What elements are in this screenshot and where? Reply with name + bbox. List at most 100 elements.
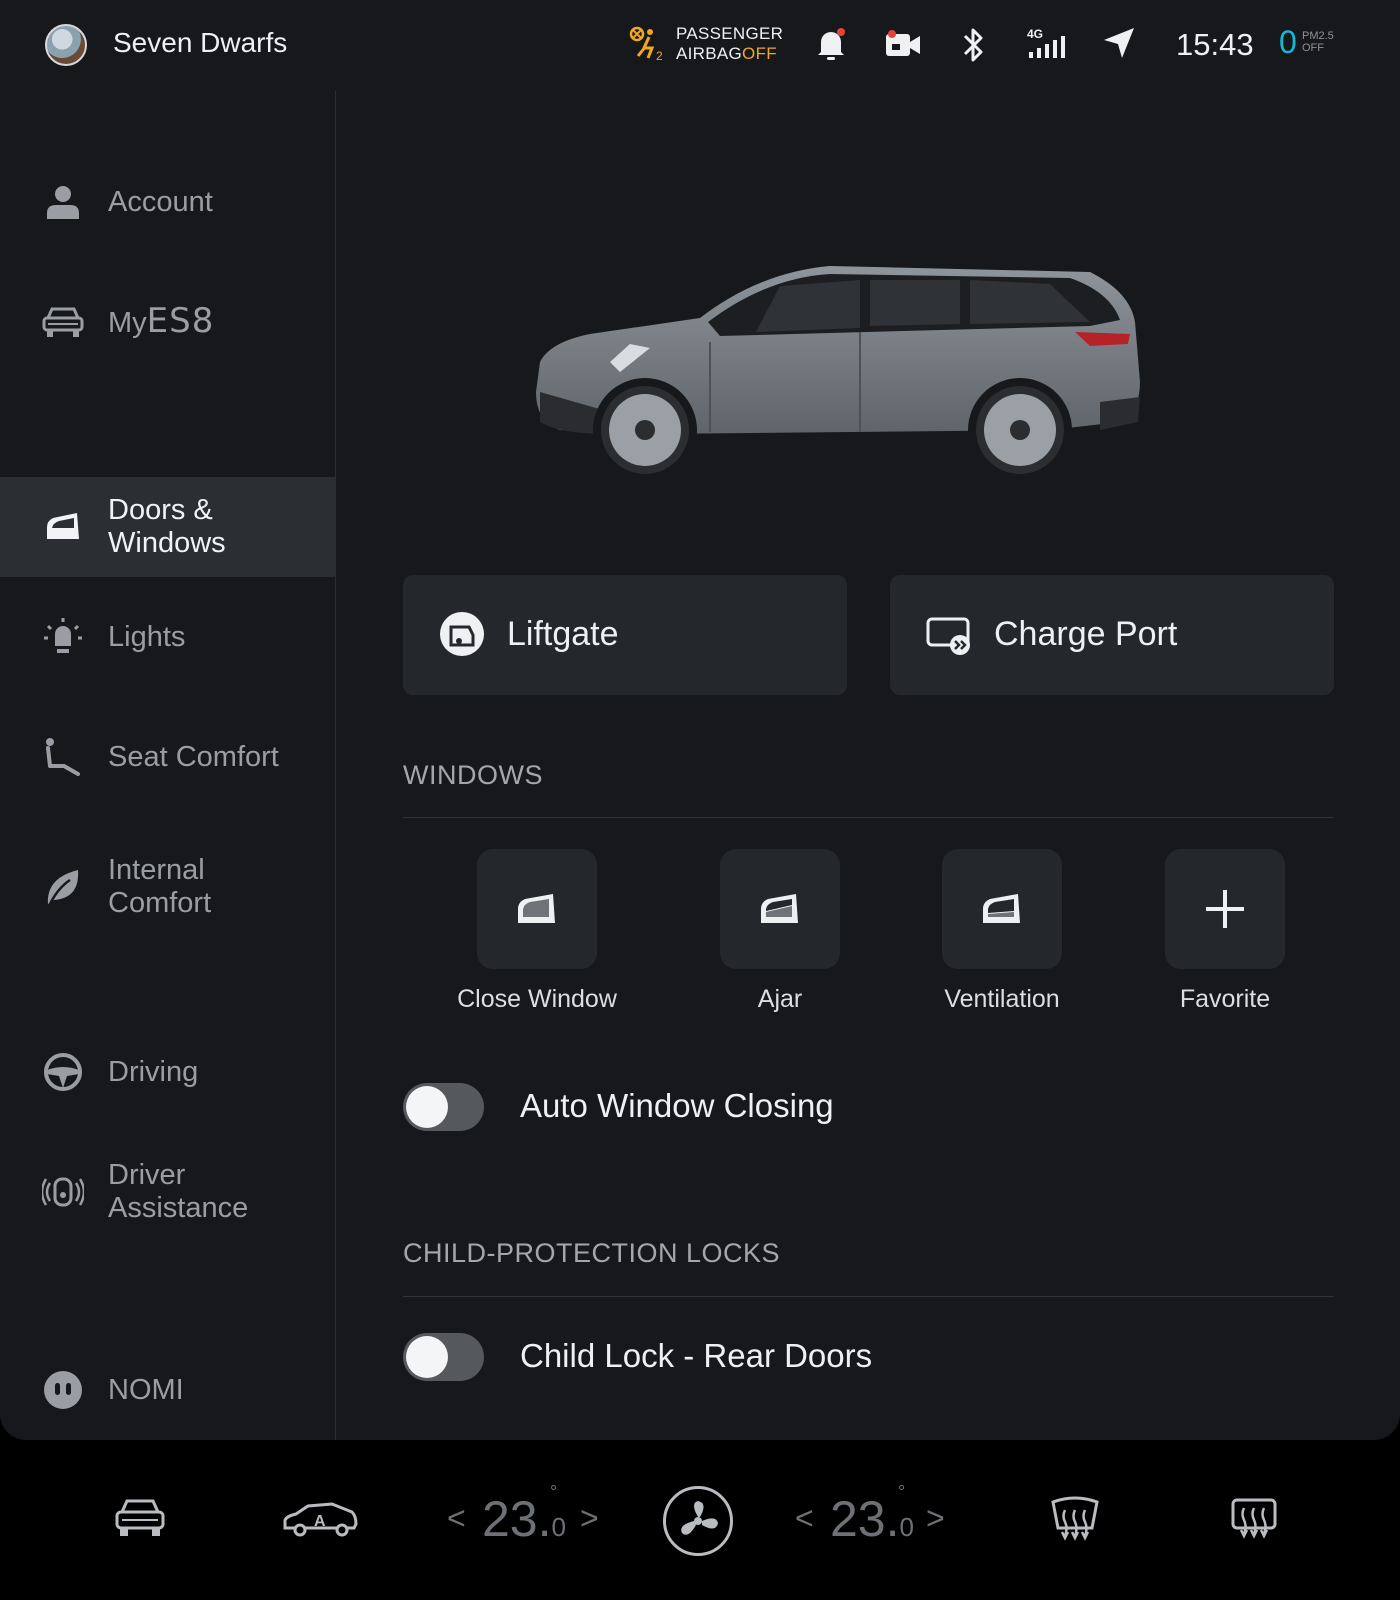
left-temp-int: 23.: [482, 1491, 552, 1547]
sidebar-item-internal-comfort[interactable]: Internal Comfort: [0, 837, 336, 937]
svg-text:2: 2: [656, 49, 663, 63]
ajar-button[interactable]: [720, 849, 840, 969]
nomi-icon: [42, 1369, 84, 1411]
liftgate-button[interactable]: Liftgate: [403, 575, 847, 695]
liftgate-icon: [440, 612, 484, 656]
favorite-label: Favorite: [1179, 985, 1271, 1013]
window-closed-icon: [518, 894, 555, 923]
airbag-label: AIRBAG: [676, 44, 743, 63]
sidebar-item-my-es8[interactable]: MyES8: [0, 272, 336, 372]
window-ajar-icon: [761, 894, 798, 923]
airbag-status: PASSENGER AIRBAGOFF: [676, 24, 783, 64]
left-temp-dec: 0: [551, 1512, 566, 1542]
bell-icon[interactable]: [815, 26, 847, 62]
screen: Seven Dwarfs 2 PASSENGER AIRBAGOFF 4G 15…: [0, 0, 1400, 1440]
liftgate-label: Liftgate: [507, 615, 619, 653]
dashcam-icon[interactable]: [884, 28, 922, 60]
ventilation-label: Ventilation: [944, 985, 1060, 1013]
door-icon: [42, 506, 84, 548]
sidebar-item-label: Internal Comfort: [108, 854, 212, 919]
person-icon: [42, 181, 84, 223]
child-lock-rear-toggle[interactable]: [403, 1333, 484, 1381]
sidebar-item-label: Driver Assistance: [108, 1159, 249, 1224]
close-window-label: Close Window: [457, 985, 617, 1013]
rear-defrost-icon[interactable]: [1230, 1496, 1278, 1542]
windows-section-title: WINDOWS: [403, 760, 543, 790]
sidebar: Account MyES8 Doors & Windows Lights Sea: [0, 90, 336, 1440]
signal-icon: 4G: [1027, 27, 1065, 58]
airbag-state: OFF: [742, 44, 777, 63]
windows-divider: [403, 817, 1334, 818]
right-temp-int: 23.: [830, 1491, 900, 1547]
sidebar-item-label: Doors & Windows: [108, 494, 226, 559]
left-temp-degree: °: [550, 1482, 558, 1502]
toggle-knob: [406, 1086, 448, 1128]
close-window-button[interactable]: [477, 849, 597, 969]
left-temp-decrease[interactable]: <: [447, 1500, 466, 1537]
auto-climate-icon[interactable]: A: [282, 1502, 358, 1538]
sidebar-item-driver-assistance[interactable]: Driver Assistance: [0, 1142, 336, 1242]
front-defrost-icon[interactable]: [1050, 1496, 1100, 1542]
user-name[interactable]: Seven Dwarfs: [113, 27, 287, 59]
navigation-arrow-icon[interactable]: [1102, 26, 1136, 60]
sidebar-item-label: NOMI: [108, 1373, 184, 1406]
pm25-value[interactable]: 0: [1279, 24, 1297, 61]
pm25-title: PM2.5: [1302, 30, 1334, 42]
sidebar-item-doors-windows[interactable]: Doors & Windows: [0, 477, 336, 577]
auto-window-closing-label: Auto Window Closing: [520, 1087, 834, 1124]
fan-button[interactable]: [663, 1486, 733, 1556]
charge-port-label: Charge Port: [994, 615, 1178, 653]
left-temp-display[interactable]: 23.0 °: [482, 1482, 566, 1548]
charge-port-icon: [926, 617, 970, 655]
sidebar-item-nomi[interactable]: NOMI: [0, 1340, 336, 1440]
sidebar-item-label: Lights: [108, 620, 186, 653]
sidebar-item-label: Account: [108, 185, 213, 218]
window-vent-icon: [983, 894, 1020, 923]
light-bulb-icon: [42, 616, 84, 658]
driver-assist-icon: [42, 1171, 84, 1213]
airbag-line2: AIRBAGOFF: [676, 44, 783, 64]
clock: 15:43: [1176, 27, 1254, 62]
status-bar: Seven Dwarfs 2 PASSENGER AIRBAGOFF 4G 15…: [0, 0, 1400, 90]
model-logo: ES8: [146, 300, 215, 341]
auto-window-closing-toggle[interactable]: [403, 1083, 484, 1131]
charge-port-button[interactable]: Charge Port: [890, 575, 1334, 695]
pm25-state: OFF: [1302, 42, 1324, 54]
fan-icon: [681, 1501, 718, 1535]
my-label: My: [108, 306, 147, 339]
leaf-icon: [42, 866, 84, 908]
auto-label: A: [314, 1513, 326, 1530]
airbag-line1: PASSENGER: [676, 24, 784, 43]
car-front-icon: [42, 301, 84, 343]
ventilation-button[interactable]: [942, 849, 1062, 969]
left-temp-increase[interactable]: >: [580, 1500, 599, 1537]
child-locks-divider: [403, 1296, 1334, 1297]
right-temp-dec: 0: [899, 1512, 914, 1542]
sidebar-item-account[interactable]: Account: [0, 152, 336, 252]
steering-wheel-icon: [42, 1051, 84, 1093]
right-temp-degree: °: [898, 1482, 906, 1502]
child-lock-rear-label: Child Lock - Rear Doors: [520, 1337, 873, 1374]
sidebar-item-seat-comfort[interactable]: Seat Comfort: [0, 707, 336, 807]
sidebar-item-lights[interactable]: Lights: [0, 587, 336, 687]
airbag-warning-icon: 2: [629, 26, 663, 63]
favorite-button[interactable]: [1165, 849, 1285, 969]
sidebar-item-label: Driving: [108, 1055, 199, 1088]
pm25-label: PM2.5 OFF: [1302, 30, 1334, 54]
sidebar-item-driving[interactable]: Driving: [0, 1022, 336, 1122]
bluetooth-icon[interactable]: [961, 26, 985, 64]
right-temp-increase[interactable]: >: [926, 1500, 945, 1537]
toggle-knob: [406, 1336, 448, 1378]
sidebar-item-label: Seat Comfort: [108, 740, 279, 773]
plus-icon: [1206, 890, 1244, 928]
right-temp-display[interactable]: 23.0 °: [830, 1482, 914, 1548]
seat-icon: [42, 736, 84, 778]
right-temp-decrease[interactable]: <: [795, 1500, 814, 1537]
avatar[interactable]: [45, 24, 87, 66]
car-icon[interactable]: [114, 1496, 166, 1540]
network-label: 4G: [1027, 27, 1043, 41]
vehicle-image: [536, 266, 1140, 482]
child-locks-section-title: CHILD-PROTECTION LOCKS: [403, 1238, 781, 1268]
sidebar-item-label: MyES8: [108, 304, 214, 340]
ajar-label: Ajar: [757, 985, 803, 1013]
